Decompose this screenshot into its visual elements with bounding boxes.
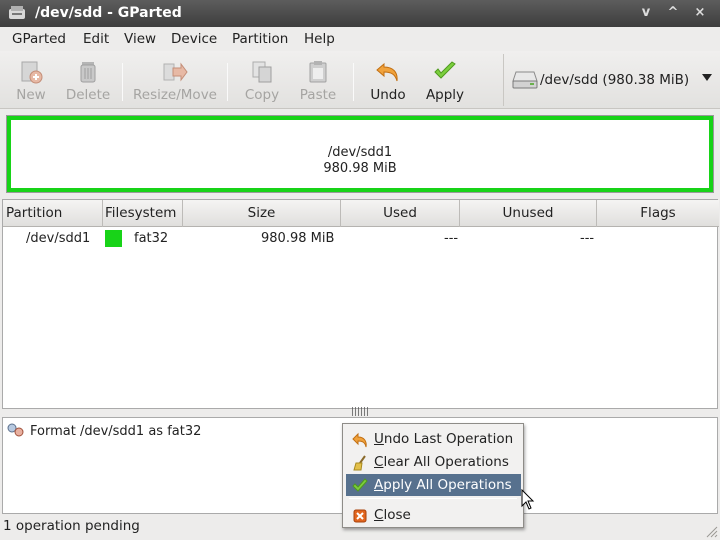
menu-item-close[interactable]: Close <box>346 504 521 526</box>
cell-size: 980.98 MiB <box>261 231 335 246</box>
undo-button[interactable]: Undo <box>364 55 412 107</box>
partition-graphic-area: /dev/sdd1 980.98 MiB <box>0 110 720 198</box>
column-header-size[interactable]: Size <box>183 200 341 227</box>
partition-graphic-sdd1[interactable]: /dev/sdd1 980.98 MiB <box>6 115 714 193</box>
copy-button[interactable]: Copy <box>240 55 284 107</box>
menu-help[interactable]: Help <box>304 31 335 47</box>
apply-label: Apply <box>425 87 465 103</box>
device-selector[interactable]: /dev/sdd (980.38 MiB) <box>503 54 716 106</box>
menu-item-clear-all-operations[interactable]: Clear All Operations <box>346 451 521 473</box>
clear-all-operations-label: Clear All Operations <box>374 454 509 470</box>
delete-label: Delete <box>65 87 111 103</box>
paste-label: Paste <box>299 87 337 103</box>
checkmark-icon <box>352 478 368 492</box>
operation-item[interactable]: Format /dev/sdd1 as fat32 <box>30 424 201 439</box>
window-title: /dev/sdd - GParted <box>35 5 182 21</box>
close-window-button[interactable]: × <box>689 3 711 23</box>
table-row[interactable]: /dev/sdd1 fat32 980.98 MiB --- --- <box>3 228 719 250</box>
operations-context-menu: Undo Last Operation Clear All Operations… <box>342 423 524 528</box>
graphic-partition-size: 980.98 MiB <box>323 161 397 176</box>
menu-edit[interactable]: Edit <box>83 31 109 47</box>
apply-all-operations-label: Apply All Operations <box>374 477 512 493</box>
cell-partition: /dev/sdd1 <box>26 231 91 246</box>
close-icon <box>353 509 367 523</box>
column-header-used[interactable]: Used <box>341 200 460 227</box>
maximize-button[interactable]: ^ <box>662 3 684 23</box>
dropdown-arrow-icon <box>702 74 712 81</box>
gparted-app-icon <box>9 6 25 19</box>
toolbar: New Delete Resize/Move Copy Paste Undo A… <box>0 51 720 109</box>
trash-icon <box>80 62 96 83</box>
paste-button[interactable]: Paste <box>295 55 341 107</box>
cell-unused: --- <box>580 231 595 246</box>
menu-device[interactable]: Device <box>171 31 217 47</box>
cell-filesystem: fat32 <box>134 231 169 246</box>
copy-icon <box>252 61 272 83</box>
menu-item-undo-last-operation[interactable]: Undo Last Operation <box>346 428 521 450</box>
column-header-flags[interactable]: Flags <box>597 200 719 227</box>
device-label: /dev/sdd (980.38 MiB) <box>540 72 690 88</box>
title-bar: /dev/sdd - GParted v ^ × <box>0 0 720 27</box>
menu-gparted[interactable]: GParted <box>12 31 66 47</box>
new-label: New <box>16 87 46 103</box>
toolbar-separator <box>353 63 354 101</box>
delete-button[interactable]: Delete <box>62 55 114 107</box>
toolbar-separator <box>227 63 228 101</box>
graphic-partition-name: /dev/sdd1 <box>327 145 393 160</box>
copy-label: Copy <box>244 87 280 103</box>
checkmark-icon <box>434 61 456 79</box>
resize-grip-icon[interactable] <box>704 524 718 538</box>
column-header-partition[interactable]: Partition <box>3 200 103 227</box>
new-partition-icon <box>21 61 43 84</box>
mouse-pointer-icon <box>521 489 535 510</box>
pane-splitter[interactable]: |||||| <box>0 407 720 417</box>
column-header-filesystem[interactable]: Filesystem <box>103 200 183 227</box>
resize-move-button[interactable]: Resize/Move <box>132 55 218 107</box>
broom-icon <box>353 455 366 471</box>
close-label: Close <box>374 507 411 523</box>
partition-table: Partition Filesystem Size Used Unused Fl… <box>2 199 719 409</box>
undo-label: Undo <box>370 87 406 103</box>
undo-last-operation-label: Undo Last Operation <box>374 431 514 447</box>
status-text: 1 operation pending <box>3 518 140 534</box>
table-header: Partition Filesystem Size Used Unused Fl… <box>3 200 719 227</box>
menu-item-apply-all-operations[interactable]: Apply All Operations <box>346 474 521 496</box>
apply-button[interactable]: Apply <box>422 55 468 107</box>
cell-used: --- <box>444 231 459 246</box>
minimize-button[interactable]: v <box>635 3 657 23</box>
drive-icon <box>512 71 538 89</box>
toolbar-separator <box>122 63 123 101</box>
menu-separator <box>349 498 517 499</box>
resize-move-icon <box>163 62 188 82</box>
filesystem-color-swatch <box>105 230 122 247</box>
gparted-window: /dev/sdd - GParted v ^ × GParted Edit Vi… <box>0 0 720 540</box>
undo-arrow-icon <box>376 62 398 82</box>
resize-move-label: Resize/Move <box>132 87 217 103</box>
paste-icon <box>309 61 327 83</box>
new-button[interactable]: New <box>8 55 54 107</box>
menu-view[interactable]: View <box>124 31 156 47</box>
menu-partition[interactable]: Partition <box>232 31 288 47</box>
column-header-unused[interactable]: Unused <box>460 200 597 227</box>
splitter-grip: |||||| <box>350 407 370 417</box>
format-operation-icon <box>7 423 24 437</box>
menu-bar: GParted Edit View Device Partition Help <box>0 27 720 51</box>
undo-arrow-icon <box>352 432 367 448</box>
